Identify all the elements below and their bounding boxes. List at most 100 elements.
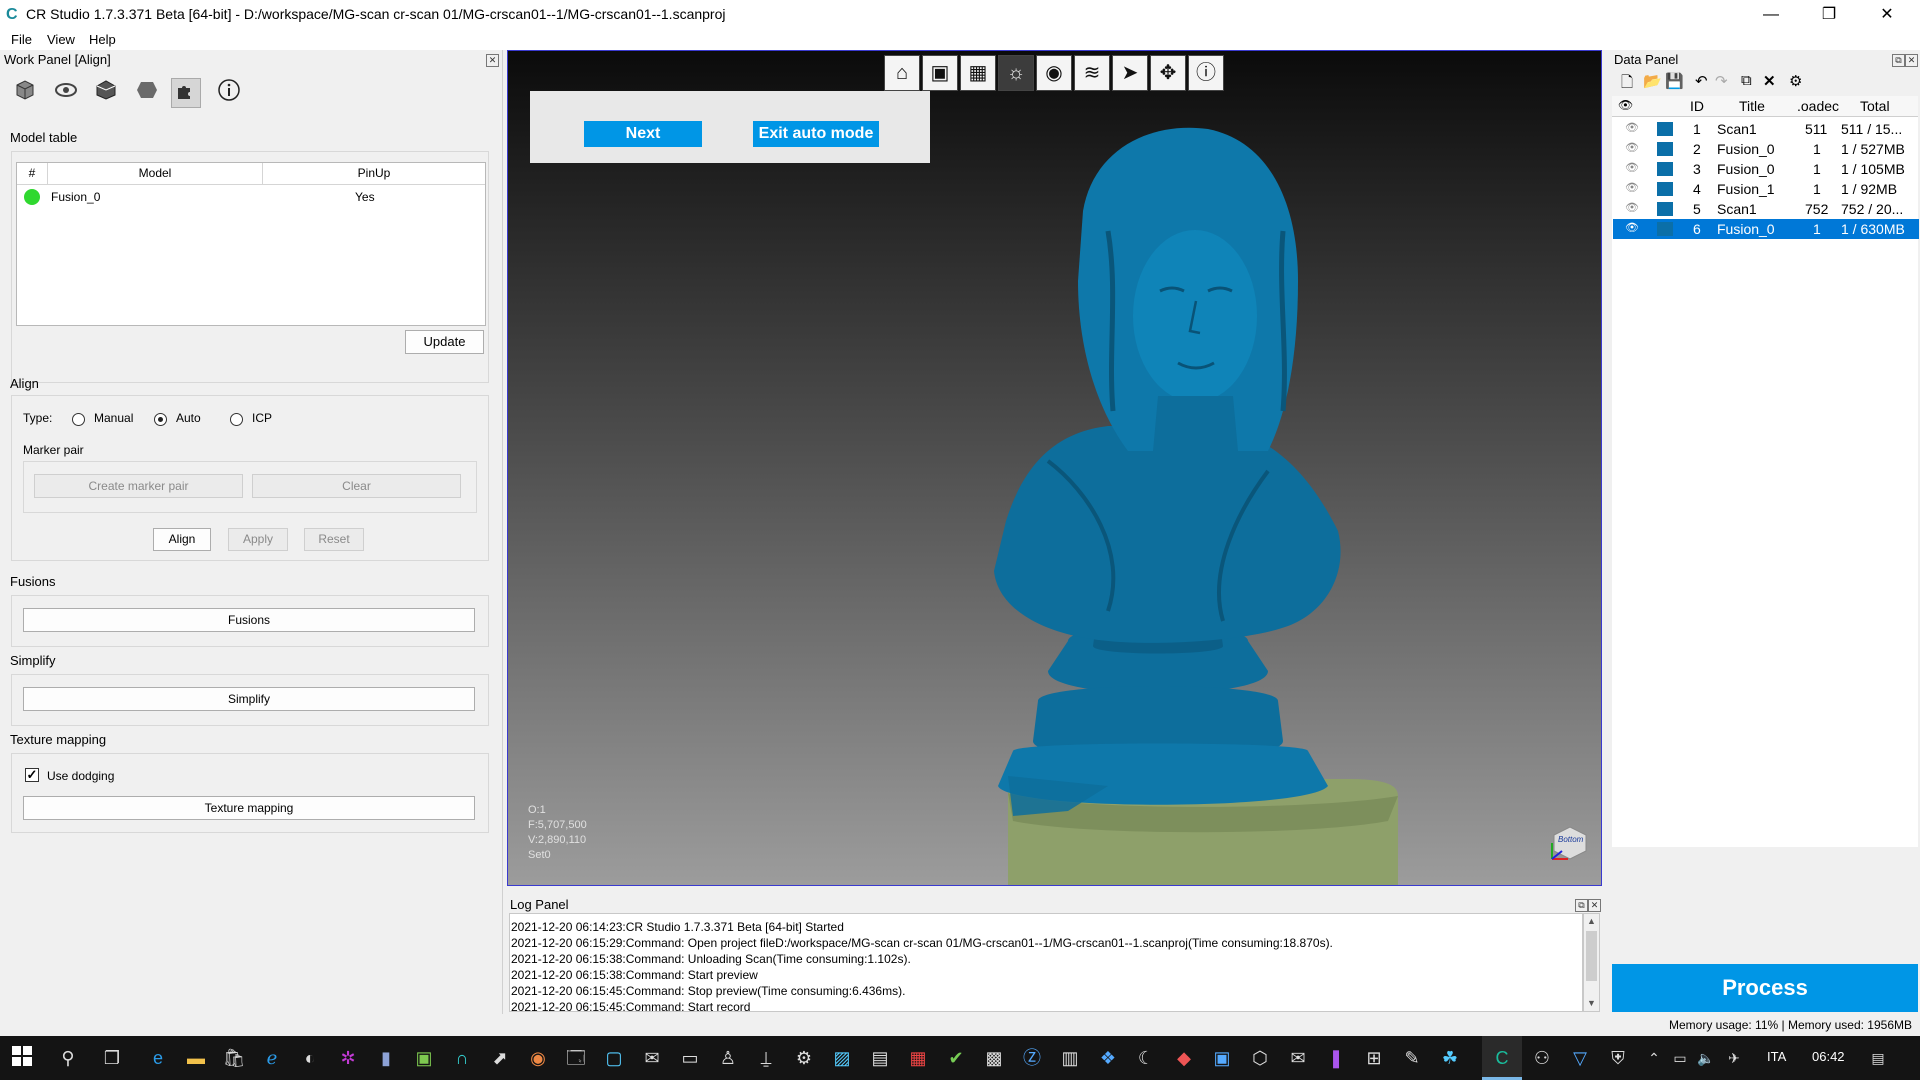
scroll-up-icon[interactable]: ▲ — [1587, 916, 1596, 926]
new-file-icon[interactable]: 🗋 — [1621, 72, 1633, 97]
app-icon[interactable]: ✎ — [1400, 1046, 1424, 1070]
color-swatch[interactable] — [1657, 202, 1673, 216]
column-header-total[interactable]: Total — [1860, 98, 1890, 114]
app-icon[interactable]: ⚙ — [792, 1046, 816, 1070]
orientation-cube-icon[interactable]: Bottom — [1548, 821, 1590, 863]
cube-icon[interactable] — [10, 78, 40, 108]
use-dodging-checkbox[interactable]: ✓ — [25, 768, 39, 782]
column-header-title[interactable]: Title — [1739, 98, 1765, 114]
chrome-icon[interactable]: ◉ — [526, 1046, 550, 1070]
info-icon[interactable] — [214, 78, 244, 108]
column-header-model[interactable]: Model — [48, 163, 263, 184]
app-icon[interactable]: ▩ — [982, 1046, 1006, 1070]
color-swatch[interactable] — [1657, 142, 1673, 156]
visibility-eye-icon[interactable]: 👁 — [1625, 141, 1639, 154]
visibility-eye-icon[interactable]: 👁 — [1625, 161, 1639, 174]
info-icon[interactable]: ⓘ — [1188, 55, 1224, 91]
open-folder-icon[interactable]: 📂 — [1643, 72, 1662, 90]
copy-icon[interactable]: ⧉ — [1741, 72, 1752, 89]
ie-browser-icon[interactable]: ℯ — [260, 1046, 284, 1070]
radio-auto-label[interactable]: Auto — [176, 411, 201, 425]
app-icon[interactable]: ☘ — [1438, 1046, 1462, 1070]
store-icon[interactable]: 🛍 — [222, 1046, 246, 1070]
clear-button[interactable]: Clear — [252, 474, 461, 498]
app-icon[interactable]: ▽ — [1568, 1046, 1592, 1070]
radio-icp-label[interactable]: ICP — [252, 411, 272, 425]
table-row[interactable]: Fusion_0 Yes — [17, 185, 485, 207]
scan-mesh[interactable] — [508, 51, 1602, 886]
shield-icon[interactable]: ⛨ — [1606, 1046, 1630, 1070]
app-icon[interactable]: ▤ — [868, 1046, 892, 1070]
file-explorer-icon[interactable]: ▬ — [184, 1046, 208, 1070]
app-icon[interactable]: Ⓩ — [1020, 1046, 1044, 1070]
visibility-eye-icon[interactable]: 👁 — [1625, 221, 1639, 234]
scroll-thumb[interactable] — [1586, 931, 1597, 981]
language-indicator[interactable]: ITA — [1767, 1049, 1786, 1064]
cr-studio-taskbar-icon[interactable]: C — [1482, 1036, 1522, 1080]
app-icon[interactable]: ▥ — [1058, 1046, 1082, 1070]
process-button[interactable]: Process — [1612, 964, 1918, 1012]
color-swatch[interactable] — [1657, 122, 1673, 136]
app-icon[interactable]: ▨ — [830, 1046, 854, 1070]
app-icon[interactable]: ▢ — [602, 1046, 626, 1070]
table-row[interactable]: 👁 2 Fusion_0 1 1 / 527MB — [1613, 139, 1919, 159]
app-icon[interactable]: ☾ — [1134, 1046, 1158, 1070]
app-icon[interactable]: ▦ — [906, 1046, 930, 1070]
app-icon[interactable]: ▮ — [374, 1046, 398, 1070]
delete-icon[interactable]: ✕ — [1763, 72, 1776, 90]
app-icon[interactable]: ❖ — [1096, 1046, 1120, 1070]
tray-expand-icon[interactable]: ⌃ — [1642, 1046, 1666, 1070]
app-icon[interactable]: ◆ — [1172, 1046, 1196, 1070]
eye-icon[interactable] — [51, 78, 81, 108]
app-icon[interactable]: ✉ — [640, 1046, 664, 1070]
volume-icon[interactable]: 🔈 — [1694, 1046, 1718, 1070]
texture-mapping-button[interactable]: Texture mapping — [23, 796, 475, 820]
app-icon[interactable]: ▭ — [678, 1046, 702, 1070]
save-icon[interactable]: 💾 — [1665, 72, 1684, 90]
search-icon[interactable]: ⚲ — [56, 1046, 80, 1070]
column-header-id[interactable]: ID — [1690, 98, 1704, 114]
redo-icon[interactable]: ↷ — [1715, 72, 1728, 90]
visibility-eye-icon[interactable]: 👁 — [1625, 181, 1639, 194]
app-icon[interactable]: 🗔 — [564, 1046, 588, 1070]
align-button[interactable]: Align — [153, 528, 211, 551]
layers-icon[interactable]: ≋ — [1074, 55, 1110, 91]
notifications-icon[interactable]: ▤ — [1866, 1046, 1890, 1070]
color-swatch[interactable] — [1657, 162, 1673, 176]
edge-browser-icon[interactable]: e — [146, 1046, 170, 1070]
app-icon[interactable]: ⍊ — [754, 1046, 778, 1070]
app-icon[interactable]: ✉ — [1286, 1046, 1310, 1070]
fit-view-icon[interactable]: ▣ — [922, 55, 958, 91]
box-icon[interactable] — [91, 78, 121, 108]
log-panel-close-icon[interactable]: ✕ — [1588, 899, 1601, 912]
table-row-selected[interactable]: 👁 6 Fusion_0 1 1 / 630MB — [1613, 219, 1919, 239]
render-mode-icon[interactable]: ▦ — [960, 55, 996, 91]
visibility-eye-icon[interactable]: 👁 — [1625, 201, 1639, 214]
undo-icon[interactable]: ↶ — [1695, 72, 1708, 90]
menu-help[interactable]: Help — [89, 32, 116, 47]
visibility-eye-icon[interactable]: 👁 — [1625, 121, 1639, 134]
next-button[interactable]: Next — [584, 121, 702, 147]
table-row[interactable]: 👁 1 Scan1 511 511 / 15... — [1613, 119, 1919, 139]
app-icon[interactable]: ♙ — [716, 1046, 740, 1070]
data-panel-float-icon[interactable]: ⧉ — [1892, 54, 1905, 67]
color-swatch[interactable] — [1657, 222, 1673, 236]
app-icon[interactable]: ⚇ — [1530, 1046, 1554, 1070]
log-panel-float-icon[interactable]: ⧉ — [1575, 899, 1588, 912]
color-swatch[interactable] — [1657, 182, 1673, 196]
work-panel-close-icon[interactable]: ✕ — [486, 54, 499, 67]
visibility-icon[interactable]: ◉ — [1036, 55, 1072, 91]
table-row[interactable]: 👁 4 Fusion_1 1 1 / 92MB — [1613, 179, 1919, 199]
table-row[interactable]: 👁 3 Fusion_0 1 1 / 105MB — [1613, 159, 1919, 179]
windows-start-icon[interactable] — [10, 1046, 34, 1070]
radio-manual-label[interactable]: Manual — [94, 411, 133, 425]
app-icon[interactable]: ▣ — [1210, 1046, 1234, 1070]
simplify-button[interactable]: Simplify — [23, 687, 475, 711]
menu-file[interactable]: File — [11, 32, 32, 47]
app-icon[interactable]: ⊞ — [1362, 1046, 1386, 1070]
update-button[interactable]: Update — [405, 330, 484, 354]
app-icon[interactable]: ⬈ — [488, 1046, 512, 1070]
app-icon[interactable]: ✔ — [944, 1046, 968, 1070]
column-header-index[interactable]: # — [17, 163, 48, 184]
select-icon[interactable]: ➤ — [1112, 55, 1148, 91]
